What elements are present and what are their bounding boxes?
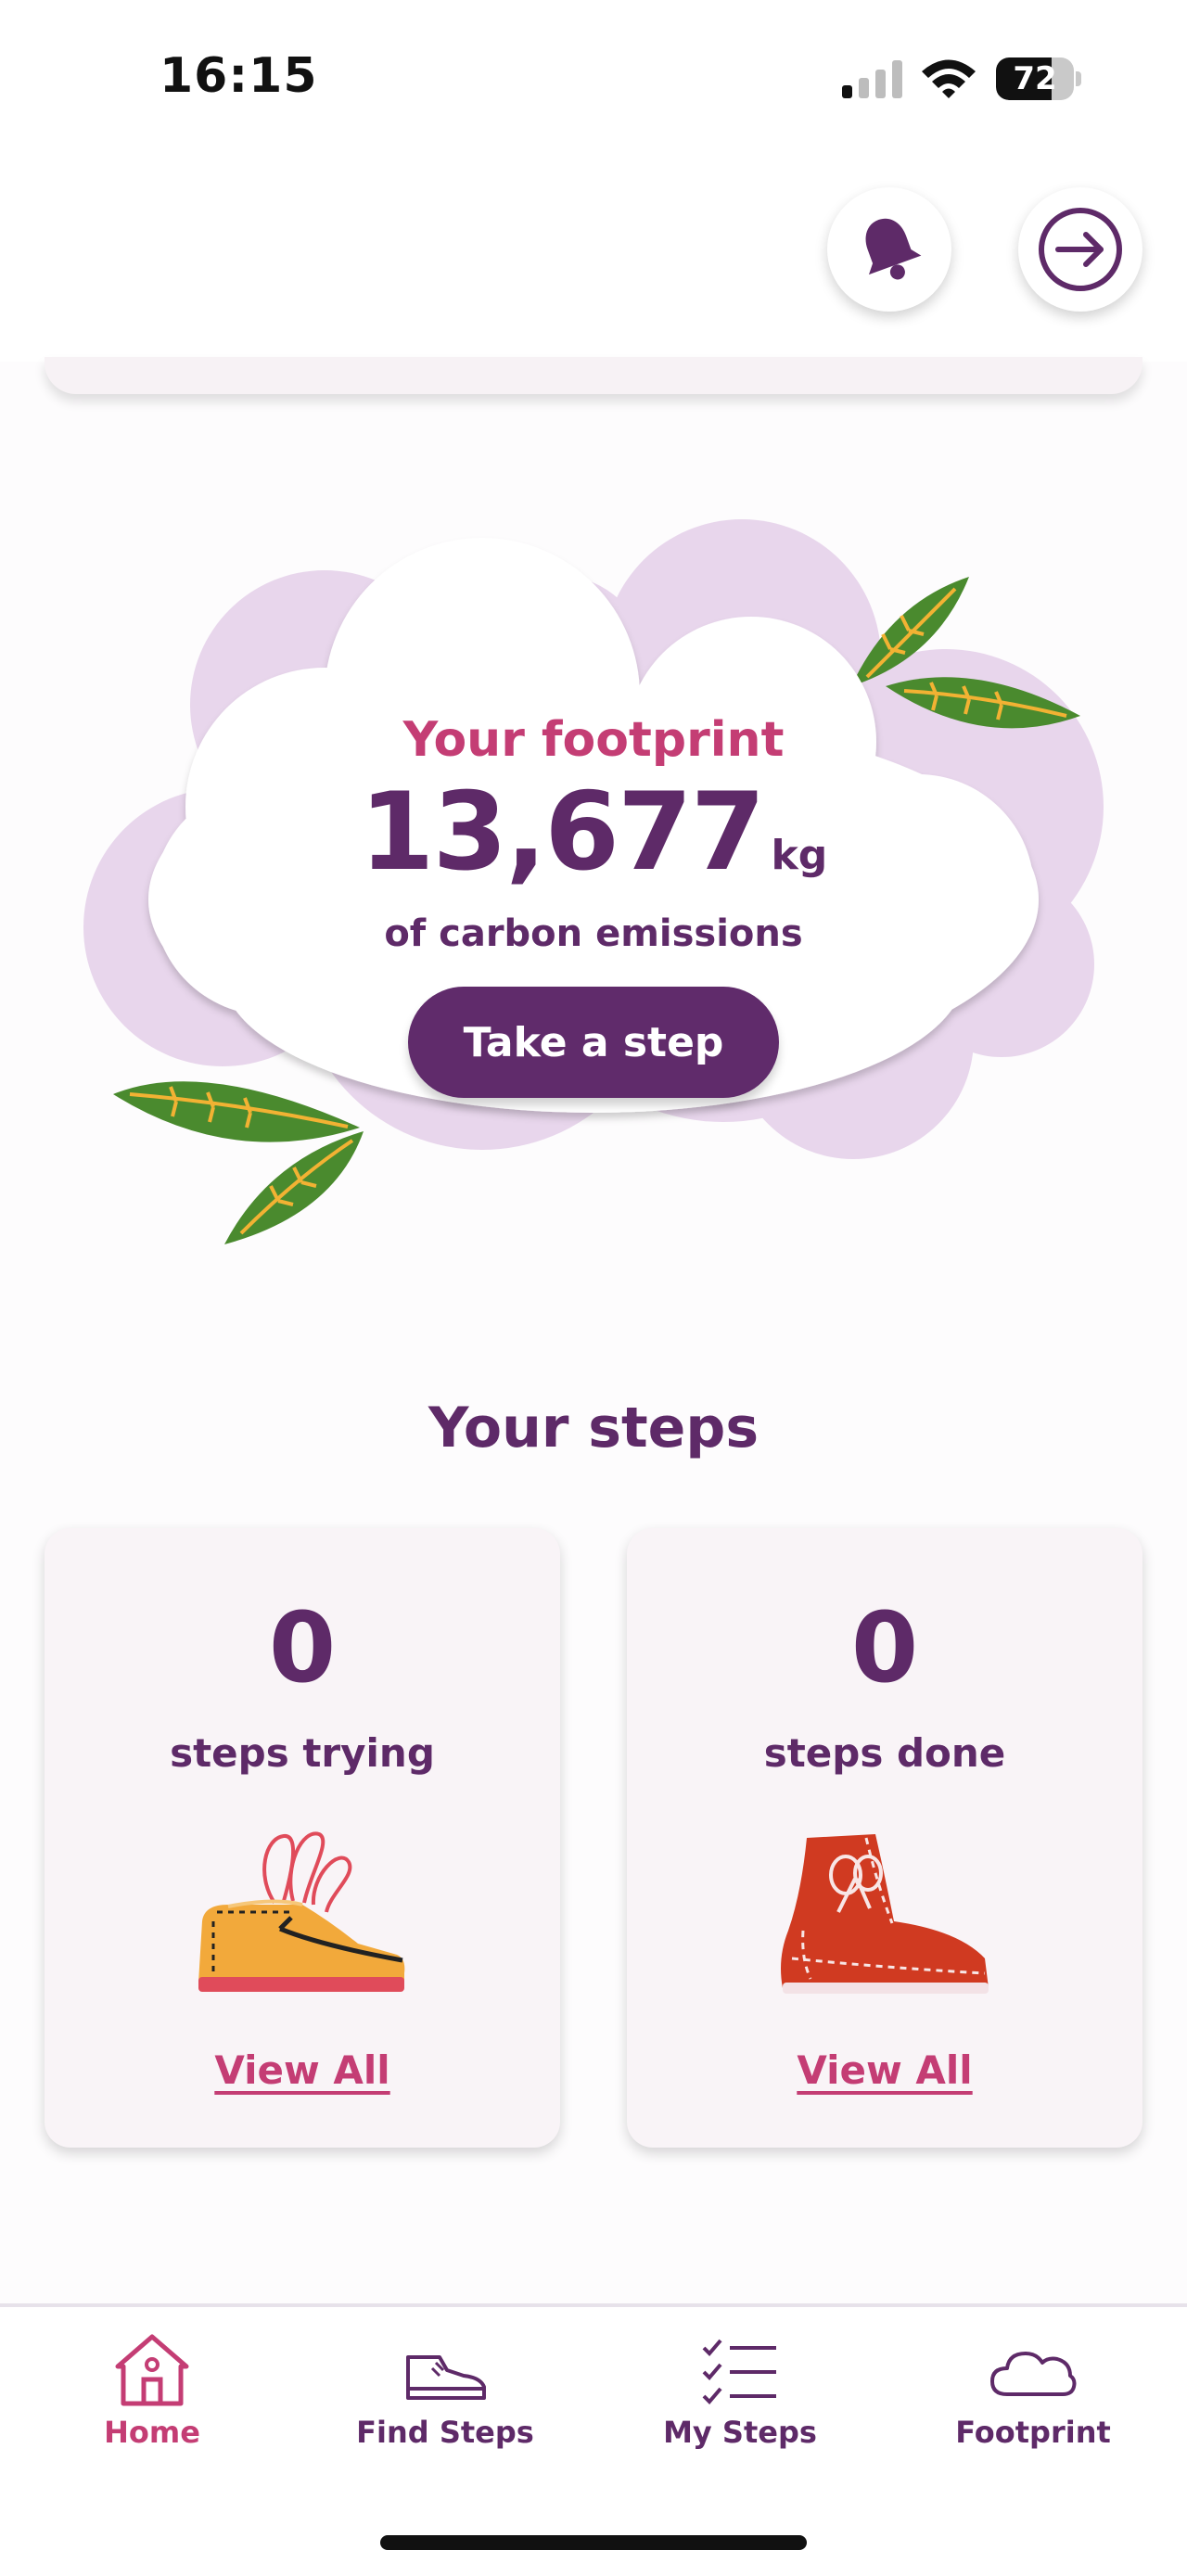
cloud-icon xyxy=(990,2352,1077,2396)
steps-trying-view-all-link[interactable]: View All xyxy=(45,2047,560,2093)
tab-my-steps[interactable]: My Steps xyxy=(629,2329,851,2468)
collapsed-card xyxy=(45,357,1142,394)
cellular-signal-icon xyxy=(842,60,902,98)
logout-button[interactable] xyxy=(1018,187,1142,312)
steps-done-label: steps done xyxy=(763,1730,1006,1776)
footprint-value: 13,677 xyxy=(359,770,766,895)
steps-trying-label: steps trying xyxy=(170,1730,435,1776)
battery-icon: 72 xyxy=(996,57,1081,100)
checklist-icon xyxy=(702,2339,776,2404)
steps-section-title: Your steps xyxy=(428,1396,759,1460)
tab-home-label: Home xyxy=(104,2415,200,2450)
footprint-subtitle: of carbon emissions xyxy=(384,912,803,955)
home-icon xyxy=(115,2334,189,2406)
wifi-icon xyxy=(922,59,976,98)
status-bar: 16:15 72 xyxy=(0,0,1187,158)
app-header xyxy=(0,158,1187,362)
footprint-hero: Your footprint 13,677 kg of carbon emissi… xyxy=(0,501,1187,1261)
steps-done-count: 0 xyxy=(850,1591,919,1704)
tab-find-steps-label: Find Steps xyxy=(356,2415,534,2450)
bell-icon xyxy=(865,218,922,280)
tab-footprint[interactable]: Footprint xyxy=(922,2329,1144,2468)
footprint-title: Your footprint xyxy=(402,712,785,768)
tab-find-steps[interactable]: Find Steps xyxy=(334,2329,556,2468)
footprint-value-row: 13,677 kg xyxy=(0,770,1187,895)
tab-home[interactable]: Home xyxy=(41,2329,263,2468)
shoe-icon xyxy=(406,2355,486,2400)
notifications-button[interactable] xyxy=(827,187,951,312)
tab-footprint-label: Footprint xyxy=(955,2415,1111,2450)
steps-done-card[interactable]: 0 steps done View All xyxy=(627,1528,1142,2148)
battery-percent: 72 xyxy=(1013,60,1057,97)
sneaker-icon xyxy=(198,1831,405,1992)
footprint-unit: kg xyxy=(771,832,828,879)
home-indicator xyxy=(380,2535,807,2550)
boot-icon xyxy=(781,1834,989,1994)
tab-my-steps-label: My Steps xyxy=(663,2415,817,2450)
steps-trying-count: 0 xyxy=(268,1591,337,1704)
sign-out-icon xyxy=(1039,208,1122,291)
steps-trying-card[interactable]: 0 steps trying View All xyxy=(45,1528,560,2148)
status-time: 16:15 xyxy=(160,48,318,104)
take-a-step-button[interactable]: Take a step xyxy=(408,987,779,1098)
steps-done-view-all-link[interactable]: View All xyxy=(627,2047,1142,2093)
